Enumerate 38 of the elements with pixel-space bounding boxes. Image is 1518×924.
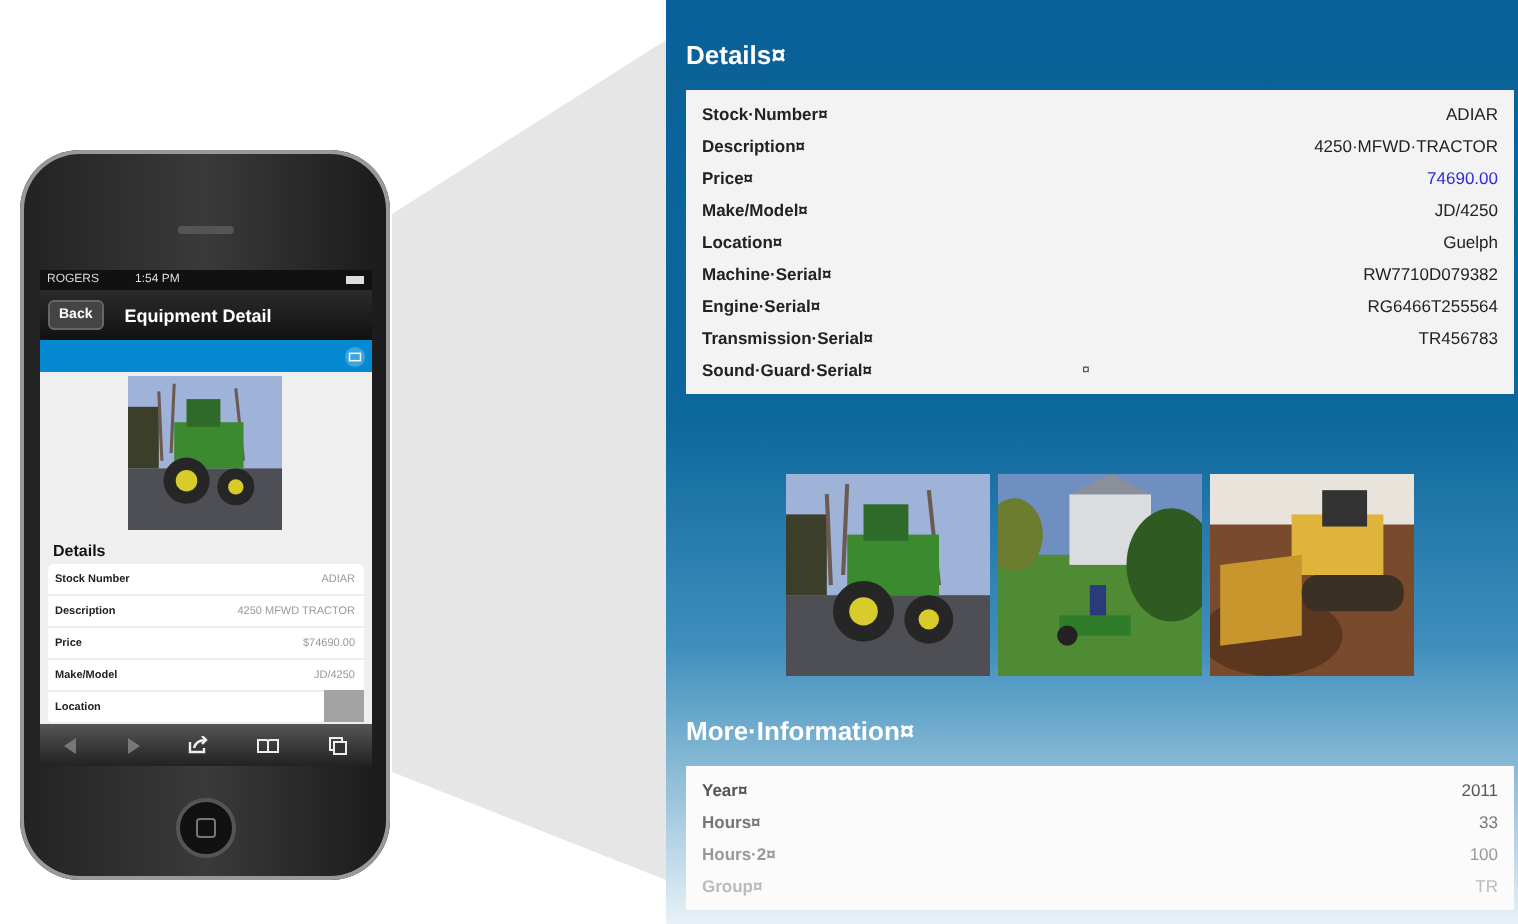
section-title: Details¤ — [686, 40, 788, 70]
book-icon[interactable] — [256, 737, 281, 753]
section-title: Details — [53, 542, 106, 560]
share-icon[interactable] — [188, 736, 209, 754]
row-label: Make/Model¤ — [702, 200, 810, 220]
mail-icon[interactable] — [343, 345, 365, 367]
row-value: ADIAR — [1446, 104, 1498, 124]
battery-icon — [345, 276, 363, 284]
row-label: Year¤ — [702, 780, 750, 800]
row-value: RW7710D079382 — [1363, 264, 1498, 284]
back-arrow-icon[interactable] — [62, 737, 79, 753]
row-label: Stock·Number¤ — [702, 104, 830, 124]
row-label: Sound·Guard·Serial¤ — [702, 360, 875, 380]
row-label: Transmission·Serial¤ — [702, 328, 876, 348]
row-value: JD/4250 — [1434, 200, 1498, 220]
row-label: Hours·2¤ — [702, 844, 778, 864]
price-link[interactable]: 74690.00 — [1427, 168, 1498, 188]
forward-arrow-icon[interactable] — [125, 737, 142, 753]
row-value: TR — [1475, 876, 1498, 896]
row-label: Price¤ — [702, 168, 756, 188]
row-label: Machine·Serial¤ — [702, 264, 834, 284]
row-label: Description¤ — [702, 136, 807, 156]
row-value: Guelph — [1443, 232, 1498, 252]
tabs-icon[interactable] — [327, 735, 348, 755]
row-label: Group¤ — [702, 876, 765, 896]
row-value: 33 — [1479, 812, 1498, 832]
scroll-control-icon[interactable] — [323, 690, 363, 722]
row-value: TR456783 — [1418, 328, 1498, 348]
row-value: 100 — [1469, 844, 1498, 864]
row-value: 2011 — [1461, 780, 1498, 800]
row-label: Location¤ — [702, 232, 785, 252]
row-label: Hours¤ — [702, 812, 763, 832]
row-value: 4250·MFWD·TRACTOR — [1314, 136, 1498, 156]
section-title: More·Information¤ — [686, 716, 917, 746]
screen-title: Equipment Detail — [124, 305, 272, 325]
row-label: Engine·Serial¤ — [702, 296, 823, 316]
home-button[interactable] — [175, 798, 235, 858]
row-value: RG6466T255564 — [1367, 296, 1498, 316]
